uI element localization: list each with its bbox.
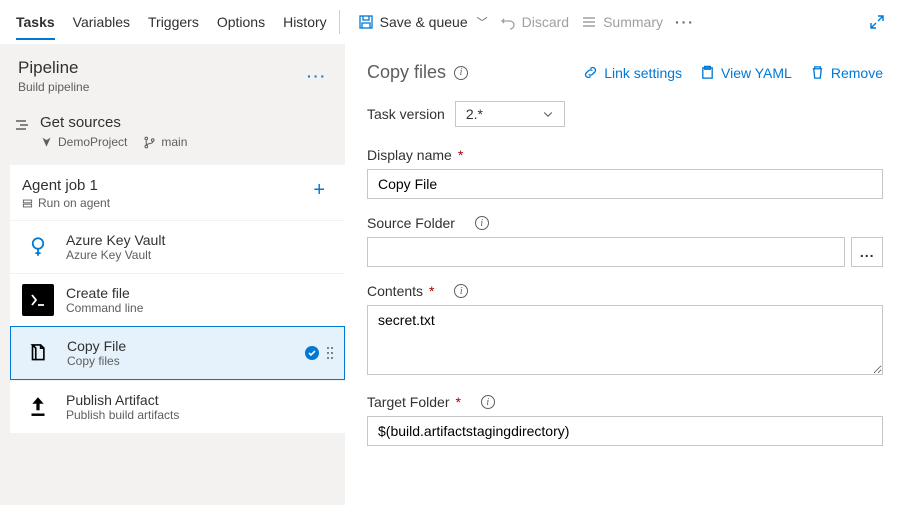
task-item-azure-key-vault[interactable]: Azure Key Vault Azure Key Vault	[10, 220, 345, 273]
task-version-label: Task version	[367, 106, 445, 122]
tab-triggers[interactable]: Triggers	[148, 4, 199, 40]
view-yaml-button[interactable]: View YAML	[700, 65, 792, 81]
browse-button[interactable]: ...	[851, 237, 883, 267]
display-name-label: Display name	[367, 147, 452, 163]
task-title: Copy File	[67, 338, 292, 354]
task-version-select[interactable]: 2.*	[455, 101, 565, 127]
task-version-value: 2.*	[466, 106, 483, 122]
task-title: Publish Artifact	[66, 392, 335, 408]
summary-label: Summary	[603, 14, 663, 30]
branch-name: main	[161, 135, 187, 149]
chevron-down-icon: ﹀	[477, 14, 488, 30]
target-folder-input[interactable]	[367, 416, 883, 446]
task-item-copy-file[interactable]: Copy File Copy files	[10, 326, 345, 380]
display-name-input[interactable]	[367, 169, 883, 199]
detail-title: Copy files	[367, 62, 446, 83]
pipeline-title: Pipeline	[18, 58, 89, 78]
info-icon[interactable]: i	[481, 395, 495, 409]
server-icon	[22, 198, 33, 209]
upload-icon	[25, 394, 51, 420]
remove-label: Remove	[831, 65, 883, 81]
key-vault-icon	[24, 233, 52, 261]
required-marker: *	[429, 283, 434, 299]
source-folder-input[interactable]	[367, 237, 845, 267]
copy-icon	[26, 340, 52, 366]
task-subtitle: Command line	[66, 301, 335, 315]
tab-history[interactable]: History	[283, 4, 327, 40]
required-marker: *	[455, 394, 460, 410]
repo-icon	[40, 136, 53, 149]
tab-tasks[interactable]: Tasks	[16, 4, 55, 40]
info-icon[interactable]: i	[454, 284, 468, 298]
toolbar-separator	[339, 10, 340, 34]
ellipsis-icon: ···	[675, 14, 695, 30]
task-title: Create file	[66, 285, 335, 301]
task-subtitle: Azure Key Vault	[66, 248, 335, 262]
summary-icon	[581, 14, 597, 30]
chevron-down-icon	[542, 108, 554, 120]
task-item-create-file[interactable]: Create file Command line	[10, 273, 345, 326]
remove-button[interactable]: Remove	[810, 65, 883, 81]
link-settings-label: Link settings	[604, 65, 682, 81]
required-marker: *	[458, 147, 463, 163]
task-subtitle: Copy files	[67, 354, 292, 368]
info-icon[interactable]: i	[475, 216, 489, 230]
sources-icon	[14, 117, 30, 133]
repo-name: DemoProject	[58, 135, 127, 149]
task-subtitle: Publish build artifacts	[66, 408, 335, 422]
save-queue-label: Save & queue	[380, 14, 468, 30]
clipboard-icon	[700, 65, 715, 80]
add-task-button[interactable]: +	[313, 177, 331, 202]
agent-job-subtitle: Run on agent	[38, 196, 110, 210]
pipeline-subtitle: Build pipeline	[18, 80, 89, 94]
source-folder-label: Source Folder	[367, 215, 455, 231]
contents-label: Contents	[367, 283, 423, 299]
fullscreen-button[interactable]	[869, 14, 885, 30]
branch-icon	[143, 136, 156, 149]
task-item-publish-artifact[interactable]: Publish Artifact Publish build artifacts	[10, 380, 345, 433]
check-circle-icon	[304, 345, 320, 361]
drag-handle-icon[interactable]	[326, 345, 334, 361]
tab-options[interactable]: Options	[217, 4, 265, 40]
target-folder-label: Target Folder	[367, 394, 449, 410]
save-icon	[358, 14, 374, 30]
get-sources-item[interactable]: Get sources DemoProject	[0, 104, 345, 165]
link-settings-button[interactable]: Link settings	[583, 65, 682, 81]
discard-button: Discard	[494, 10, 575, 34]
view-yaml-label: View YAML	[721, 65, 792, 81]
undo-icon	[500, 14, 516, 30]
info-icon[interactable]: i	[454, 66, 468, 80]
tab-variables[interactable]: Variables	[73, 4, 130, 40]
agent-job-title[interactable]: Agent job 1	[22, 177, 110, 194]
terminal-icon	[28, 290, 48, 310]
pipeline-more-button[interactable]: ···	[307, 68, 327, 84]
link-icon	[583, 65, 598, 80]
sources-title: Get sources	[40, 114, 327, 131]
summary-button: Summary	[575, 10, 669, 34]
contents-textarea[interactable]	[367, 305, 883, 375]
task-title: Azure Key Vault	[66, 232, 335, 248]
discard-label: Discard	[522, 14, 569, 30]
save-queue-button[interactable]: Save & queue ﹀	[352, 10, 494, 34]
trash-icon	[810, 65, 825, 80]
toolbar-more-button[interactable]: ···	[669, 10, 701, 34]
